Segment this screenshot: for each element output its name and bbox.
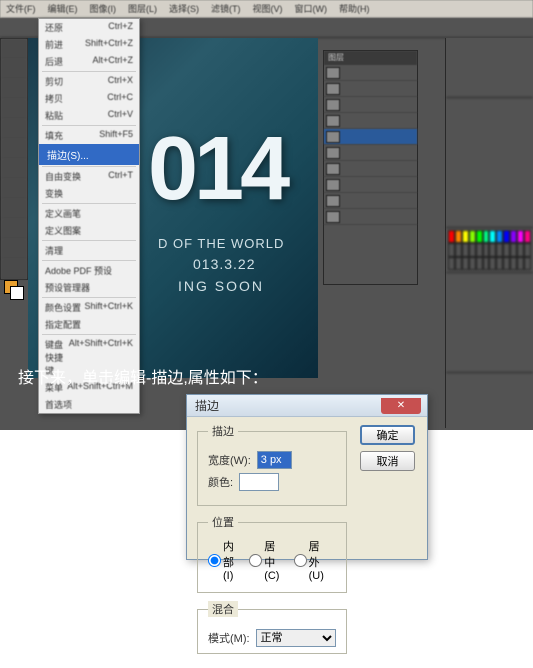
menu-item[interactable]: 变换 [39, 185, 139, 202]
width-label: 宽度(W): [208, 452, 251, 468]
layer-row[interactable] [324, 81, 417, 97]
menu-item[interactable]: 清理 [39, 242, 139, 259]
radio-inside[interactable]: 内部(I) [208, 538, 239, 582]
position-group-label: 位置 [208, 514, 238, 530]
mode-label: 模式(M): [208, 630, 250, 646]
close-icon[interactable]: ✕ [381, 398, 421, 414]
photoshop-window: 文件(F) 编辑(E) 图像(I) 图层(L) 选择(S) 滤镜(T) 视图(V… [0, 0, 533, 430]
menu-file[interactable]: 文件(F) [0, 0, 42, 18]
history-panel [446, 98, 533, 228]
layers-panel-title: 图层 [324, 51, 417, 65]
menu-item[interactable]: 预设管理器 [39, 279, 139, 296]
layer-row[interactable] [324, 145, 417, 161]
tool-wand[interactable] [1, 99, 27, 119]
cancel-button[interactable]: 取消 [360, 451, 415, 471]
menu-window[interactable]: 窗口(W) [289, 0, 334, 18]
tool-brush[interactable] [1, 159, 27, 179]
right-panels [445, 38, 533, 428]
menu-filter[interactable]: 滤镜(T) [205, 0, 247, 18]
menu-item[interactable]: 还原Ctrl+Z [39, 19, 139, 36]
menu-item[interactable]: 定义图案 [39, 222, 139, 239]
layer-row[interactable] [324, 65, 417, 81]
dialog-title-text: 描边 [195, 397, 219, 414]
menu-item[interactable]: 首选项 [39, 396, 139, 413]
radio-outside[interactable]: 居外(U) [294, 538, 328, 582]
radio-center[interactable]: 居中(C) [249, 538, 283, 582]
ok-button[interactable]: 确定 [360, 425, 415, 445]
menu-view[interactable]: 视图(V) [247, 0, 289, 18]
tutorial-caption: 接下来，单击编辑-描边,属性如下： [18, 364, 268, 388]
menu-item[interactable]: 前进Shift+Ctrl+Z [39, 36, 139, 53]
menu-item[interactable]: 后退Alt+Ctrl+Z [39, 53, 139, 70]
menu-select[interactable]: 选择(S) [163, 0, 205, 18]
canvas-text-sub2: 013.3.22 [193, 256, 256, 272]
tool-pen[interactable] [1, 259, 27, 279]
layer-row[interactable] [324, 113, 417, 129]
menu-help[interactable]: 帮助(H) [333, 0, 376, 18]
background-color-swatch[interactable] [10, 286, 24, 300]
swatches-panel[interactable] [446, 228, 533, 273]
menu-item[interactable]: 拷贝Ctrl+C [39, 90, 139, 107]
menu-layer[interactable]: 图层(L) [122, 0, 163, 18]
layer-row-selected[interactable] [324, 129, 417, 145]
tool-eyedropper[interactable] [1, 139, 27, 159]
menu-item[interactable]: 填充Shift+F5 [39, 127, 139, 144]
menu-image[interactable]: 图像(I) [84, 0, 123, 18]
tool-gradient[interactable] [1, 219, 27, 239]
tool-move[interactable] [1, 39, 27, 59]
blend-group-label: 混合 [208, 601, 238, 617]
adjustments-panel [446, 273, 533, 373]
menu-edit[interactable]: 编辑(E) [42, 0, 84, 18]
canvas-text-year: 014 [148, 118, 286, 221]
toolbox [0, 38, 28, 280]
layer-row[interactable] [324, 209, 417, 225]
tool-stamp[interactable] [1, 179, 27, 199]
menu-item[interactable]: 剪切Ctrl+X [39, 73, 139, 90]
color-swatch[interactable] [239, 473, 279, 491]
tool-crop[interactable] [1, 119, 27, 139]
menu-item[interactable]: 指定配置 [39, 316, 139, 333]
menu-item-stroke[interactable]: 描边(S)... [39, 144, 139, 165]
menu-item[interactable]: Adobe PDF 预设 [39, 262, 139, 279]
layer-row[interactable] [324, 161, 417, 177]
stroke-dialog: 描边 ✕ 确定 取消 描边 宽度(W): 颜色: 位置 内部(I) 居中(C) … [186, 394, 428, 560]
tool-lasso[interactable] [1, 79, 27, 99]
canvas-text-sub1: D OF THE WORLD [158, 236, 284, 251]
nav-panel [446, 38, 533, 98]
layer-row[interactable] [324, 177, 417, 193]
tool-text[interactable] [1, 239, 27, 259]
tool-marquee[interactable] [1, 59, 27, 79]
menubar[interactable]: 文件(F) 编辑(E) 图像(I) 图层(L) 选择(S) 滤镜(T) 视图(V… [0, 0, 533, 18]
color-label: 颜色: [208, 474, 233, 490]
layer-row[interactable] [324, 193, 417, 209]
menu-item[interactable]: 颜色设置Shift+Ctrl+K [39, 299, 139, 316]
menu-item[interactable]: 自由变换Ctrl+T [39, 168, 139, 185]
width-input[interactable] [257, 451, 292, 469]
menu-item[interactable]: 粘贴Ctrl+V [39, 107, 139, 124]
canvas-text-sub3: ING SOON [178, 278, 264, 294]
edit-menu-dropdown: 还原Ctrl+Z 前进Shift+Ctrl+Z 后退Alt+Ctrl+Z 剪切C… [38, 18, 140, 414]
mode-select[interactable]: 正常 [256, 629, 336, 647]
menu-item[interactable]: 定义画笔 [39, 205, 139, 222]
dialog-titlebar[interactable]: 描边 ✕ [187, 395, 427, 417]
layer-row[interactable] [324, 97, 417, 113]
layers-panel: 图层 [323, 50, 418, 285]
tool-eraser[interactable] [1, 199, 27, 219]
stroke-group-label: 描边 [208, 423, 238, 439]
